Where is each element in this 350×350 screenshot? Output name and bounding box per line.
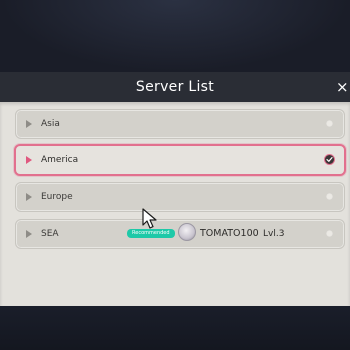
background-scene-bottom [0, 306, 350, 350]
radio-dot-icon [326, 230, 333, 237]
server-row-europe[interactable]: Europe [15, 182, 345, 212]
play-arrow-icon [26, 120, 32, 128]
player-avatar [178, 223, 196, 241]
player-name: TOMATO100 [200, 228, 259, 239]
play-arrow-icon [26, 193, 32, 201]
server-name: America [41, 155, 79, 165]
server-name: SEA [41, 229, 59, 239]
mouse-pointer-icon [142, 208, 158, 234]
server-row-america[interactable]: America [14, 144, 346, 176]
server-name: Europe [41, 192, 73, 202]
play-arrow-icon [26, 230, 32, 238]
player-level: Lvl.3 [263, 229, 285, 239]
background-scene-top [0, 0, 350, 72]
dialog-header: Server List × [0, 72, 350, 102]
radio-dot-icon [326, 120, 333, 127]
dialog-title: Server List [135, 79, 215, 95]
server-list-panel: Asia America Europe SEA Recommended TOMA… [0, 102, 350, 306]
server-name: Asia [41, 119, 60, 129]
server-row-asia[interactable]: Asia [15, 109, 345, 139]
play-arrow-icon [26, 156, 32, 164]
checkmark-icon [324, 154, 335, 165]
close-icon[interactable]: × [336, 72, 350, 102]
server-row-sea[interactable]: SEA Recommended TOMATO100 Lvl.3 [15, 219, 345, 249]
radio-dot-icon [326, 193, 333, 200]
